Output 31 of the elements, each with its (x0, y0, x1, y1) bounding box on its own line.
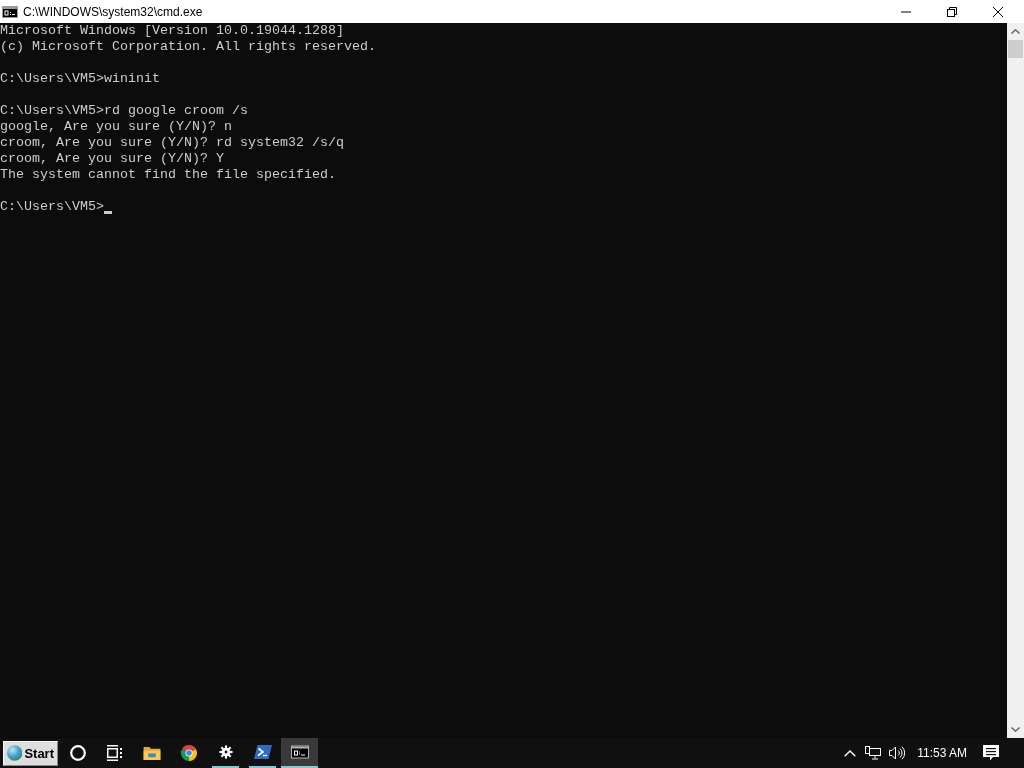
chevron-up-icon (1011, 29, 1020, 34)
speech-bubble-icon (983, 745, 999, 761)
console-line: (c) Microsoft Corporation. All rights reserved. (0, 39, 376, 55)
console-line: croom, Are you sure (Y/N)? Y (0, 151, 224, 167)
console-window-icon (290, 745, 309, 759)
chevron-up-icon (844, 749, 857, 757)
start-button[interactable]: Start (3, 740, 58, 766)
globe-icon (7, 745, 23, 761)
console-line: The system cannot find the file specified. (0, 167, 336, 183)
chevron-down-icon (1011, 727, 1020, 732)
console-line: google, Are you sure (Y/N)? n (0, 119, 232, 135)
clock[interactable]: 11:53 AM (909, 746, 975, 760)
scrollbar[interactable] (1007, 23, 1024, 738)
console-line: Microsoft Windows [Version 10.0.19044.1288] (0, 23, 344, 39)
monitor-icon (865, 746, 882, 760)
scrollbar-thumb[interactable] (1008, 40, 1023, 58)
console-line: croom, Are you sure (Y/N)? rd system32 /s/q (0, 135, 344, 151)
console-line: C:\Users\VM5> (0, 199, 104, 215)
taskbar-button[interactable] (281, 738, 318, 768)
folder-icon (142, 746, 161, 760)
window-title: C:\WINDOWS\system32\cmd.exe (23, 4, 203, 19)
restore-icon (947, 6, 957, 17)
task-view-icon (106, 745, 123, 761)
circle-icon (69, 745, 86, 761)
close-icon (993, 6, 1003, 17)
console-line: C:\Users\VM5>wininit (0, 71, 160, 87)
gear-icon (218, 745, 233, 759)
console-line: C:\Users\VM5>rd google croom /s (0, 103, 248, 119)
speaker-icon (889, 746, 906, 760)
prompt-tile-icon (253, 745, 272, 759)
browser-icon (180, 745, 197, 761)
